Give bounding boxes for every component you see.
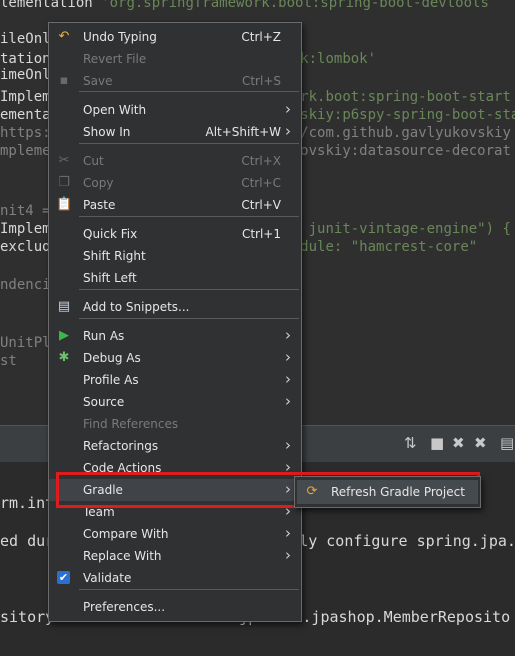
paste-icon: 📋 — [56, 197, 73, 212]
menu-item-label: Revert File — [83, 52, 147, 66]
menu-item-open-with[interactable]: Open With › — [49, 99, 301, 121]
menu-item-label: Run As — [83, 329, 125, 343]
menu-item-label: Replace With — [83, 549, 162, 563]
gradle-submenu: ⟳ Refresh Gradle Project — [294, 476, 481, 508]
submenu-arrow-icon: › — [285, 326, 291, 344]
menu-item-run-as[interactable]: ▶ Run As › — [49, 325, 301, 347]
menu-item-label: Open With — [83, 103, 147, 117]
menu-item-source[interactable]: Source › — [49, 391, 301, 413]
menu-item-preferences[interactable]: Preferences... — [49, 596, 301, 618]
menu-item-add-to-snippets[interactable]: ▤ Add to Snippets... — [49, 296, 301, 318]
menu-item-replace-with[interactable]: Replace With › — [49, 545, 301, 567]
code-line: lementation 'org.springframework.boot:sp… — [0, 0, 489, 11]
remove-all-icon[interactable]: ✖ — [474, 434, 487, 452]
menu-item-label: Refactorings — [83, 439, 159, 453]
menu-item-paste[interactable]: 📋 Paste Ctrl+V — [49, 194, 301, 216]
menu-item-label: Shift Right — [83, 249, 146, 263]
menu-item-shortcut: Ctrl+C — [241, 176, 281, 190]
menu-item-profile-as[interactable]: Profile As › — [49, 369, 301, 391]
menu-item-cut[interactable]: ✂ Cut Ctrl+X — [49, 150, 301, 172]
menu-item-quick-fix[interactable]: Quick Fix Ctrl+1 — [49, 223, 301, 245]
menu-item-shift-right[interactable]: Shift Right — [49, 245, 301, 267]
stop-icon[interactable]: ■ — [430, 434, 444, 452]
copy-icon: ❐ — [58, 175, 70, 190]
menu-item-label: Compare With — [83, 527, 169, 541]
menu-item-label: Profile As — [83, 373, 139, 387]
menu-item-shortcut: Ctrl+Z — [241, 30, 281, 44]
menu-item-shift-left[interactable]: Shift Left — [49, 267, 301, 289]
code-line: ndenci — [0, 277, 51, 293]
run-icon: ▶ — [59, 328, 69, 343]
menu-item-label: Add to Snippets... — [83, 300, 190, 314]
menu-item-save[interactable]: ▪ Save Ctrl+S — [49, 70, 301, 92]
menu-item-label: Cut — [83, 154, 104, 168]
menu-item-undo-typing[interactable]: ↶ Undo Typing Ctrl+Z — [49, 26, 301, 48]
debug-icon: ✱ — [58, 350, 70, 365]
menu-item-label: Quick Fix — [83, 227, 138, 241]
menu-separator — [79, 318, 299, 319]
checkbox-icon: ✔ — [57, 571, 70, 584]
remove-launch-icon[interactable]: ✖ — [452, 434, 465, 452]
menu-item-find-references[interactable]: Find References — [49, 413, 301, 435]
code-line: st — [0, 353, 17, 369]
sync-icon[interactable]: ⇅ — [404, 434, 417, 452]
submenu-arrow-icon: › — [285, 370, 291, 388]
menu-item-label: Preferences... — [83, 600, 166, 614]
refresh-gradle-project-label: Refresh Gradle Project — [331, 485, 465, 499]
menu-separator — [79, 589, 299, 590]
menu-item-compare-with[interactable]: Compare With › — [49, 523, 301, 545]
refresh-gradle-icon: ⟳ — [306, 484, 318, 499]
menu-item-refactorings[interactable]: Refactorings › — [49, 435, 301, 457]
console-view-icon[interactable]: ▤ — [500, 434, 514, 452]
menu-item-debug-as[interactable]: ✱ Debug As › — [49, 347, 301, 369]
code-line: UnitPl — [0, 335, 51, 351]
context-menu: ↶ Undo Typing Ctrl+Z Revert File ▪ Save Ctrl+S… — [48, 22, 302, 622]
submenu-arrow-icon: › — [285, 100, 291, 118]
undo-icon: ↶ — [58, 29, 70, 44]
menu-item-shortcut: Alt+Shift+W — [205, 125, 282, 139]
submenu-arrow-icon: › — [285, 436, 291, 454]
code-line: ileOnl — [0, 31, 51, 47]
menu-item-label: Copy — [83, 176, 114, 190]
menu-separator — [79, 289, 299, 290]
code-line: imeOnl — [0, 67, 51, 83]
submenu-arrow-icon: › — [285, 122, 291, 140]
menu-item-shortcut: Ctrl+S — [241, 74, 281, 88]
menu-item-shortcut: Ctrl+X — [241, 154, 281, 168]
menu-item-label: Shift Left — [83, 271, 137, 285]
menu-item-label: Undo Typing — [83, 30, 157, 44]
submenu-arrow-icon: › — [285, 546, 291, 564]
menu-item-shortcut: Ctrl+1 — [241, 227, 281, 241]
save-icon: ▪ — [59, 73, 69, 88]
menu-item-label: Debug As — [83, 351, 141, 365]
menu-item-label: Validate — [83, 571, 132, 585]
menu-item-label: Show In — [83, 125, 131, 139]
menu-item-validate[interactable]: ✔ Validate — [49, 567, 301, 589]
menu-item-copy[interactable]: ❐ Copy Ctrl+C — [49, 172, 301, 194]
submenu-arrow-icon: › — [285, 524, 291, 542]
menu-item-label: Paste — [83, 198, 116, 212]
code-line: nit4 = — [0, 203, 51, 219]
console-line: rm.int — [0, 494, 55, 512]
submenu-arrow-icon: › — [285, 348, 291, 366]
menu-item-shortcut: Ctrl+V — [241, 198, 281, 212]
menu-separator — [79, 91, 299, 92]
submenu-arrow-icon: › — [285, 392, 291, 410]
scissors-icon: ✂ — [58, 153, 70, 168]
menu-item-show-in[interactable]: Show In Alt+Shift+W › — [49, 121, 301, 143]
menu-separator — [79, 216, 299, 217]
menu-item-label: Source — [83, 395, 125, 409]
refresh-gradle-project-item[interactable]: ⟳ Refresh Gradle Project — [297, 480, 478, 504]
menu-item-label: Find References — [83, 417, 179, 431]
menu-separator — [79, 143, 299, 144]
menu-item-label: Save — [83, 74, 113, 88]
menu-item-revert-file[interactable]: Revert File — [49, 48, 301, 70]
snippet-icon: ▤ — [57, 299, 71, 314]
